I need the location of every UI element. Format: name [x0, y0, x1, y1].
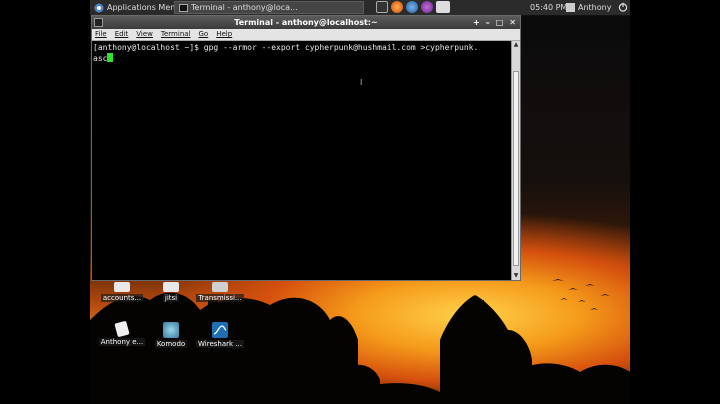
scroll-down-icon[interactable]: ▼ — [512, 272, 520, 280]
desktop-icon-jitsi[interactable]: jitsi — [143, 282, 199, 302]
scrollbar-thumb[interactable] — [513, 71, 519, 266]
terminal-line-command: [anthony@localhost ~]$ gpg --armor --exp… — [93, 43, 479, 52]
user-avatar-icon — [566, 3, 575, 12]
applications-menu-label: Applications Menu — [107, 3, 181, 12]
document-icon — [114, 320, 130, 338]
launcher-tray — [376, 1, 450, 14]
maximize-icon[interactable]: □ — [496, 16, 504, 29]
terminal-menubar: File Edit View Terminal Go Help — [92, 29, 520, 41]
text-cursor — [107, 53, 114, 62]
wireshark-icon — [212, 322, 228, 338]
user-name: Anthony — [578, 3, 612, 12]
terminal-window[interactable]: Terminal - anthony@localhost:~ + – □ ✕ F… — [91, 15, 521, 281]
screen: Applications Menu Terminal - anthony@loc… — [0, 0, 720, 404]
terminal-titlebar[interactable]: Terminal - anthony@localhost:~ + – □ ✕ — [92, 16, 520, 29]
messenger-icon[interactable] — [421, 1, 433, 13]
xfce-mouse-icon — [94, 3, 104, 12]
desktop-icon-label: jitsi — [162, 294, 180, 302]
taskbar-item-terminal[interactable]: Terminal - anthony@loca... — [174, 1, 364, 14]
workspace-switcher-icon[interactable] — [436, 1, 450, 13]
komodo-icon — [163, 322, 179, 338]
browser-icon[interactable] — [406, 1, 418, 13]
terminal-launcher-icon[interactable] — [376, 1, 388, 13]
menu-view[interactable]: View — [136, 29, 153, 40]
menu-file[interactable]: File — [95, 29, 107, 40]
terminal-icon — [179, 3, 188, 12]
minimize-icon[interactable]: – — [486, 16, 490, 29]
desktop-icon-label: Wireshark ... — [196, 340, 244, 348]
menu-go[interactable]: Go — [199, 29, 209, 40]
panel-clock[interactable]: 05:40 PM — [530, 0, 567, 15]
top-panel: Applications Menu Terminal - anthony@loc… — [90, 0, 630, 16]
applications-menu-button[interactable]: Applications Menu — [90, 0, 184, 15]
desktop-icon-transmission[interactable]: Transmissi... — [192, 282, 248, 302]
desktop-icon-label: accounts... — [100, 294, 144, 302]
desktop-icon-accounts[interactable]: accounts... — [94, 282, 150, 302]
power-icon[interactable] — [618, 2, 628, 12]
firefox-icon[interactable] — [391, 1, 403, 13]
document-icon — [114, 282, 130, 292]
terminal-output[interactable]: [anthony@localhost ~]$ gpg --armor --exp… — [92, 41, 511, 280]
terminal-line-wrap: asc — [93, 54, 108, 63]
jitsi-icon — [163, 282, 179, 292]
desktop-icon-komodo[interactable]: Komodo — [143, 322, 199, 348]
mouse-ibeam-icon: I — [360, 78, 363, 87]
menu-edit[interactable]: Edit — [115, 29, 129, 40]
desktop-icon-label: Anthony e... — [98, 338, 146, 346]
desktop-icon-anthony[interactable]: Anthony e... — [94, 320, 150, 346]
menu-help[interactable]: Help — [216, 29, 232, 40]
terminal-scrollbar[interactable]: ▲ ▼ — [511, 41, 520, 280]
transmission-icon — [212, 282, 228, 292]
close-icon[interactable]: ✕ — [509, 16, 516, 29]
desktop-icon-label: Transmissi... — [196, 294, 244, 302]
desktop-icon-wireshark[interactable]: Wireshark ... — [192, 322, 248, 348]
window-title: Terminal - anthony@localhost:~ — [234, 18, 378, 27]
taskbar-item-label: Terminal - anthony@loca... — [191, 3, 298, 12]
user-menu[interactable]: Anthony — [566, 0, 611, 15]
desktop-icon-label: Komodo — [154, 340, 188, 348]
scroll-up-icon[interactable]: ▲ — [512, 41, 520, 49]
pin-icon[interactable]: + — [473, 16, 480, 29]
menu-terminal[interactable]: Terminal — [161, 29, 191, 40]
